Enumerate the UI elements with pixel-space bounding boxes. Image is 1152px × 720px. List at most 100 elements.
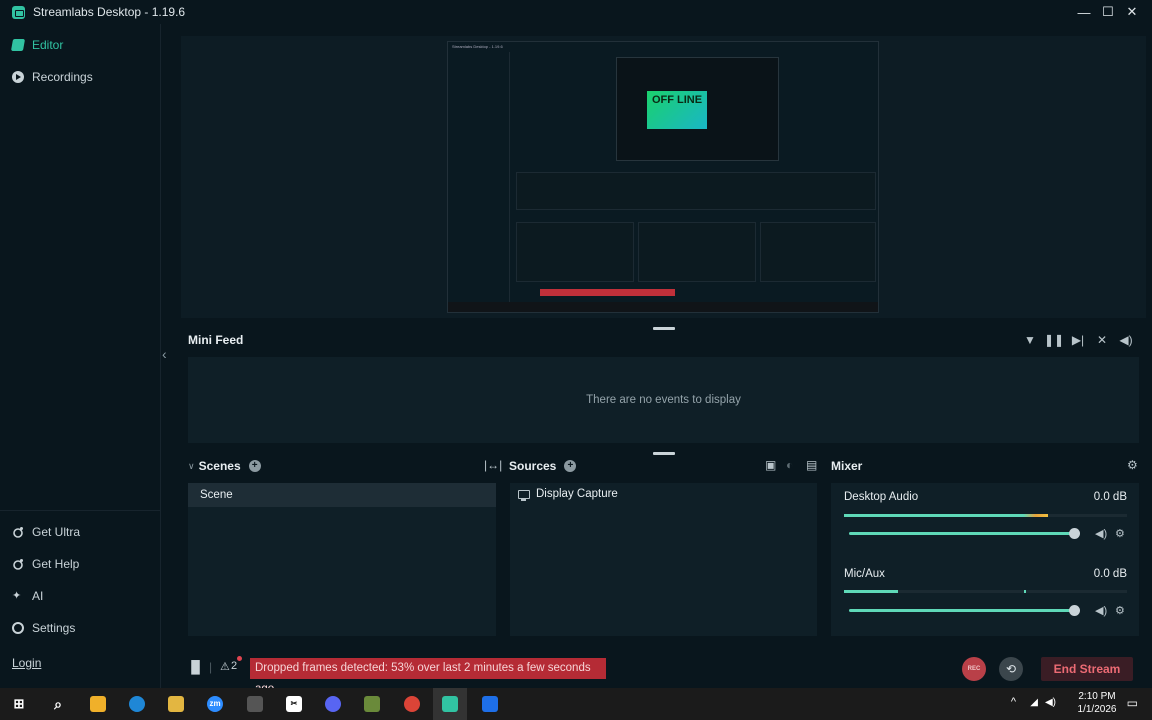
app-icon[interactable]	[247, 696, 263, 712]
mini-feed-panel: There are no events to display	[188, 357, 1139, 443]
window-title: Streamlabs Desktop - 1.19.6	[33, 5, 186, 19]
nested-preview: OFF LINE	[616, 57, 779, 161]
chrome-icon[interactable]	[404, 696, 420, 712]
end-stream-button[interactable]: End Stream	[1041, 657, 1133, 681]
search-icon[interactable]: ⌕	[50, 696, 66, 712]
volume-slider[interactable]	[849, 532, 1075, 535]
preview-resize-handle[interactable]	[653, 327, 675, 330]
mixer-settings-gear-icon[interactable]: ⚙	[1127, 458, 1138, 472]
capcut-icon[interactable]: ✂	[286, 696, 302, 712]
performance-stats-icon[interactable]: ▐▌	[187, 660, 204, 674]
volume-icon[interactable]: ◀)	[1114, 333, 1138, 347]
store-icon[interactable]	[90, 696, 106, 712]
speaker-icon[interactable]: ◀)	[1095, 527, 1107, 540]
network-icon[interactable]: ◢	[1030, 697, 1038, 708]
streamlabs-logo-icon	[12, 5, 25, 19]
zoom-icon[interactable]: zm	[207, 696, 223, 712]
warning-icon[interactable]: ⚠	[220, 660, 230, 673]
audio-meter-fill	[844, 514, 1048, 517]
sidebar: Editor Recordings Get Ultra Get Help ✦ A…	[0, 24, 161, 688]
scene-item[interactable]: Scene	[188, 483, 496, 507]
nested-window-title: Streamlabs Desktop - 1.19.6	[452, 44, 503, 49]
sidebar-item-get-help[interactable]: Get Help	[12, 555, 79, 573]
audio-meter-fill	[844, 590, 898, 593]
sidebar-item-label: Get Help	[32, 557, 80, 571]
sidebar-item-label: Recordings	[32, 70, 93, 84]
sidebar-item-get-ultra[interactable]: Get Ultra	[12, 523, 80, 541]
mini-feed-title: Mini Feed	[188, 333, 244, 347]
source-item-label: Display Capture	[536, 488, 618, 500]
volume-slider-knob[interactable]	[1069, 605, 1080, 616]
minecraft-icon[interactable]	[364, 696, 380, 712]
channel-db: 0.0 dB	[1093, 568, 1127, 580]
notifications-icon[interactable]: ▭	[1127, 696, 1138, 710]
collapse-scenes-icon[interactable]: ∨	[188, 461, 195, 472]
system-clock[interactable]: 2:10 PM 1/1/2026	[1074, 690, 1120, 716]
sidebar-item-recordings[interactable]: Recordings	[12, 68, 93, 86]
gear-icon	[12, 622, 24, 634]
sidebar-item-label: Editor	[32, 38, 64, 52]
volume-slider-knob[interactable]	[1069, 528, 1080, 539]
streamlabs-icon[interactable]	[442, 696, 458, 712]
blue-app-icon[interactable]	[482, 696, 498, 712]
replay-buffer-button[interactable]: ⟲	[999, 657, 1023, 681]
mixer-title: Mixer	[831, 459, 863, 473]
discord-icon[interactable]	[325, 696, 341, 712]
peak-marker	[1024, 590, 1026, 593]
scene-transition-icon[interactable]: |↔|	[484, 458, 502, 472]
filter-icon[interactable]: ▼	[1018, 333, 1042, 347]
sidebar-item-settings[interactable]: Settings	[12, 619, 75, 637]
mute-alerts-icon[interactable]: ✕	[1090, 333, 1114, 347]
scenes-panel: Scene	[188, 483, 496, 636]
source-item[interactable]: Display Capture	[518, 488, 618, 501]
source-selection-icon[interactable]: ▣	[765, 458, 776, 472]
nested-mixer	[760, 222, 876, 282]
notification-dot	[237, 656, 242, 661]
close-button[interactable]: ✕	[1120, 4, 1144, 20]
file-explorer-icon[interactable]	[168, 696, 184, 712]
feed-resize-handle[interactable]	[653, 452, 675, 455]
login-link[interactable]: Login	[12, 656, 41, 670]
record-button[interactable]: REC	[962, 657, 986, 681]
volume-tray-icon[interactable]: ◀)	[1045, 697, 1056, 708]
ultra-icon	[12, 526, 24, 538]
windows-start-icon[interactable]: ⊞	[11, 696, 27, 712]
lock-source-icon[interactable]: ◐	[786, 458, 793, 472]
add-scene-button[interactable]: +	[248, 460, 261, 472]
sidebar-item-ai[interactable]: ✦ AI	[12, 587, 43, 605]
channel-gear-icon[interactable]: ⚙	[1115, 527, 1125, 540]
channel-gear-icon[interactable]: ⚙	[1115, 604, 1125, 617]
sidebar-item-editor[interactable]: Editor	[10, 36, 64, 54]
footer-divider: |	[209, 660, 213, 674]
window-controls: — ☐ ✕	[1072, 0, 1144, 24]
monitor-icon	[518, 489, 530, 501]
clock-date: 1/1/2026	[1077, 704, 1117, 715]
channel-db: 0.0 dB	[1093, 491, 1127, 503]
minimize-button[interactable]: —	[1072, 5, 1096, 20]
audio-meter	[844, 590, 1127, 593]
edge-browser-icon[interactable]	[129, 696, 145, 712]
mixer-header: Mixer	[831, 458, 862, 474]
add-folder-icon[interactable]: ▤	[806, 458, 817, 472]
sources-title: Sources	[509, 459, 557, 473]
dropped-frames-alert[interactable]: Dropped frames detected: 53% over last 2…	[250, 658, 606, 695]
maximize-button[interactable]: ☐	[1096, 4, 1120, 20]
sparkle-icon: ✦	[12, 590, 22, 602]
scenes-title: Scenes	[198, 459, 241, 473]
footer-bar: ▐▌ | ⚠ 2 Dropped frames detected: 53% ov…	[181, 654, 1152, 695]
pause-icon[interactable]: ❚❚	[1042, 333, 1066, 347]
windows-taskbar: ⊞ ⌕ zm ✂ ^ ◢ ◀) 2:10 PM 1/1/2026 ▭	[0, 688, 1152, 720]
skip-icon[interactable]: ▶|	[1066, 333, 1090, 347]
title-bar: Streamlabs Desktop - 1.19.6 — ☐ ✕	[0, 0, 1152, 24]
collapse-sidebar-icon[interactable]: ‹	[162, 346, 167, 362]
sidebar-item-label: AI	[32, 589, 44, 603]
add-source-button[interactable]: +	[564, 460, 577, 472]
tray-chevron-icon[interactable]: ^	[1011, 696, 1016, 708]
help-icon	[12, 558, 24, 570]
sources-header: Sources +	[509, 458, 577, 474]
sidebar-divider	[0, 510, 160, 511]
nested-sources	[638, 222, 756, 282]
volume-slider[interactable]	[849, 609, 1075, 612]
speaker-icon[interactable]: ◀)	[1095, 604, 1107, 617]
offline-graphic: OFF LINE	[647, 91, 707, 129]
